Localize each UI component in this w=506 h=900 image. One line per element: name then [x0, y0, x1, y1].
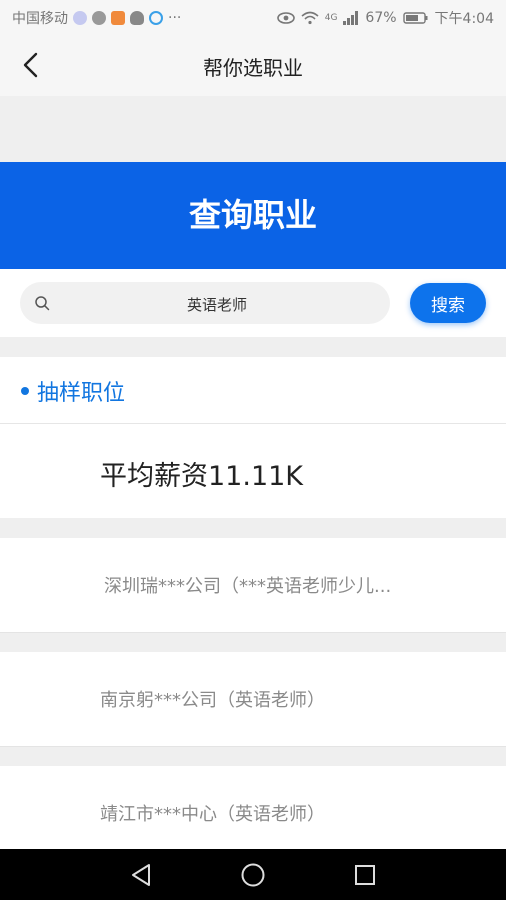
search-box[interactable]: [20, 282, 390, 326]
bullet-dot-icon: [21, 387, 29, 395]
chat-bubble-icon: [92, 11, 106, 25]
page-title: 帮你选职业: [203, 56, 303, 80]
system-home-button[interactable]: [237, 859, 269, 891]
more-notifications: ···: [168, 10, 182, 26]
wifi-icon: [301, 11, 319, 25]
triangle-back-icon: [132, 864, 150, 886]
system-recents-button[interactable]: [349, 859, 381, 891]
battery-percent: 67%: [365, 10, 397, 26]
search-row: 搜索: [0, 269, 506, 337]
job-title: 南京躬***公司（英语老师）: [100, 690, 325, 711]
video-play-icon: [111, 11, 125, 25]
status-bar-right: 4G 67% 下午4:04: [276, 8, 494, 28]
nav-bar: 帮你选职业: [0, 34, 506, 96]
system-nav-bar: [0, 849, 506, 900]
list-divider: [0, 518, 506, 538]
list-item[interactable]: 南京躬***公司（英语老师）: [0, 652, 506, 747]
average-salary: 平均薪资11.11K: [100, 461, 304, 492]
notification-app-icon: [73, 11, 87, 25]
eye-icon: [276, 12, 295, 24]
carrier-name: 中国移动: [12, 11, 68, 27]
spacer-band: [0, 96, 506, 162]
signal-icon: [343, 11, 359, 25]
list-item[interactable]: 深圳瑞***公司（***英语老师少儿...: [0, 538, 506, 633]
search-button[interactable]: 搜索: [410, 283, 486, 323]
section-title: 抽样职位: [37, 381, 126, 406]
query-banner: 查询职业: [0, 162, 506, 269]
search-input[interactable]: [60, 282, 374, 326]
penguin-icon: [130, 11, 144, 25]
list-divider: [0, 633, 506, 653]
status-bar: 中国移动 ··· 4G 67% 下午4:04: [0, 0, 506, 34]
battery-icon: [402, 12, 428, 24]
status-bar-left: 中国移动 ···: [12, 8, 181, 28]
list-item[interactable]: 靖江市***中心（英语老师）: [0, 766, 506, 849]
clock: 下午4:04: [434, 11, 494, 27]
sync-icon: [149, 11, 163, 25]
network-type: 4G: [324, 13, 338, 23]
square-recents-icon: [355, 865, 375, 885]
section-divider: [0, 337, 506, 357]
search-icon: [35, 296, 50, 311]
section-header: 抽样职位: [0, 357, 506, 424]
list-divider: [0, 747, 506, 767]
system-back-button[interactable]: [125, 859, 157, 891]
job-title: 深圳瑞***公司（***英语老师少儿...: [104, 576, 392, 597]
job-title: 靖江市***中心（英语老师）: [100, 804, 325, 825]
circle-home-icon: [241, 863, 265, 887]
average-salary-row: 平均薪资11.11K: [0, 424, 506, 518]
